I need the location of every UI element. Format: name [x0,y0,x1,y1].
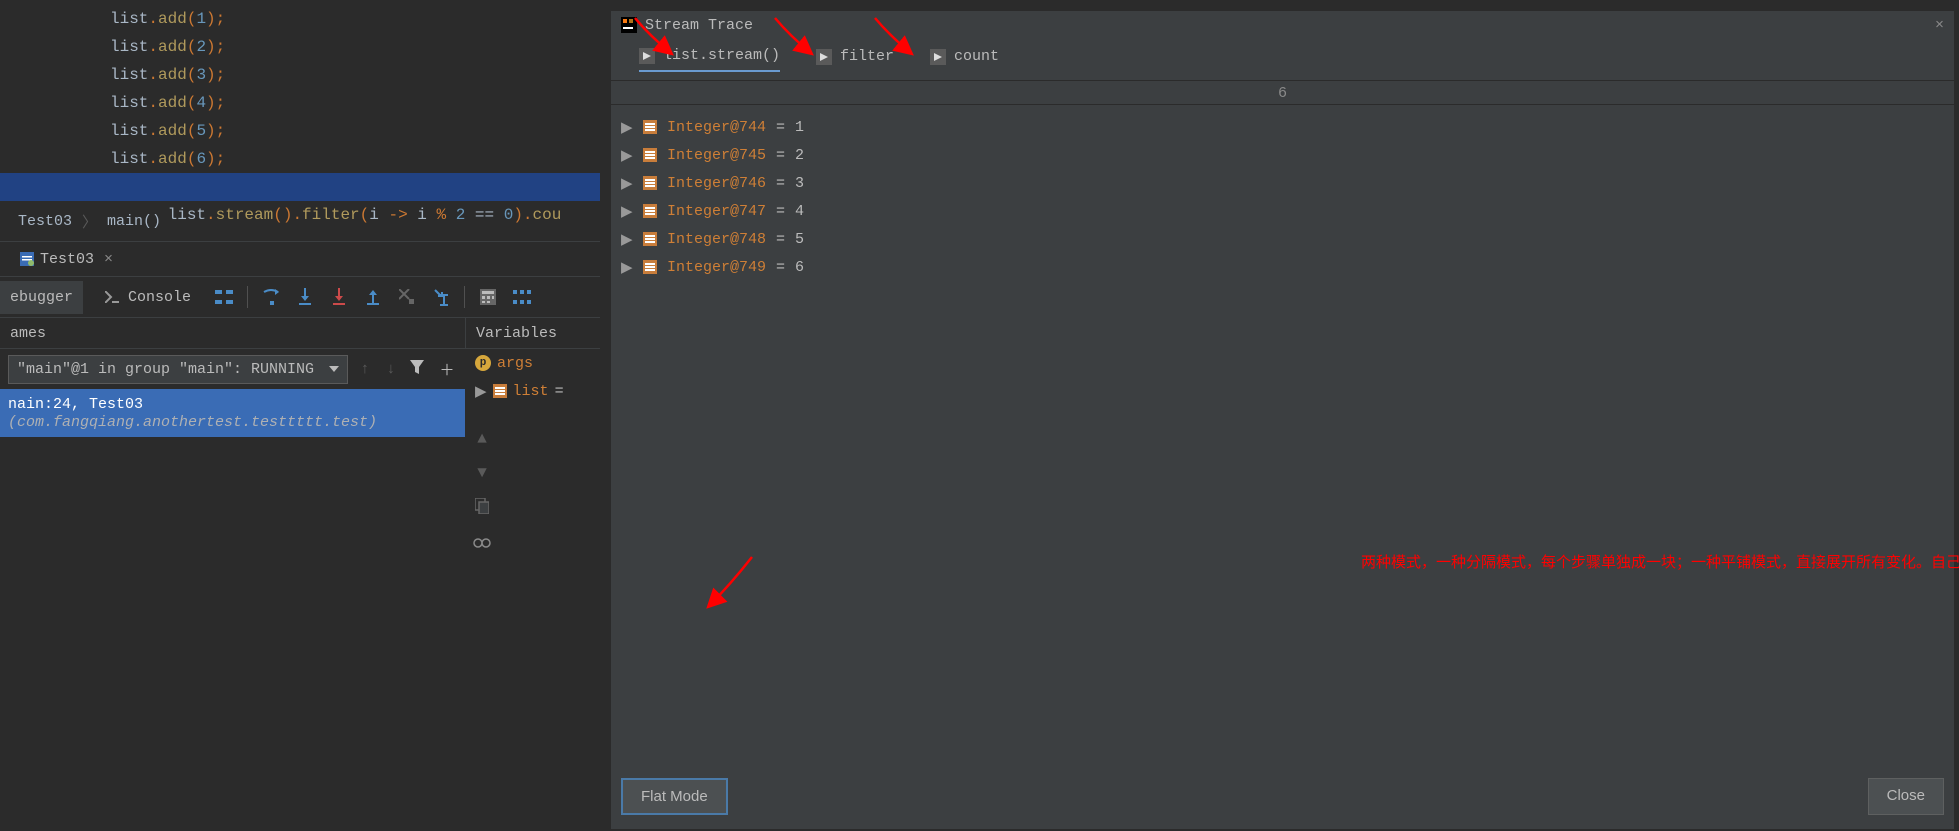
trace-tab-stream[interactable]: list.stream() [639,47,780,72]
prev-frame-icon[interactable]: ↑ [356,361,374,378]
layout-icon[interactable] [213,286,235,308]
code-editor[interactable]: list.add(1); list.add(2); list.add(3); l… [0,0,600,201]
down-icon[interactable]: ▼ [477,464,487,482]
stack-frame[interactable]: nain:24, Test03 (com.fangqiang.anotherte… [0,389,465,437]
expand-icon[interactable]: ▶ [475,382,487,401]
run-to-cursor-icon[interactable] [430,286,452,308]
flat-mode-button[interactable]: Flat Mode [621,778,728,815]
chevron-down-icon [329,366,339,372]
code-line: list.add(2); [0,33,600,61]
param-icon: p [475,355,491,371]
expand-icon[interactable]: ▶ [621,230,633,249]
next-frame-icon[interactable]: ↓ [382,361,400,378]
tab-console[interactable]: Console [95,281,201,314]
code-line: list.add(6); [0,145,600,173]
add-watch-icon[interactable]: ＋ [437,359,457,380]
filter-icon[interactable] [408,360,426,379]
evaluate-icon[interactable] [477,286,499,308]
variable-row[interactable]: p args [465,349,600,377]
expand-icon[interactable]: ▶ [621,174,633,193]
annotation-text: 两种模式，一种分隔模式，每个步骤单独成一块；一种平铺模式，直接展开所有变化。自己… [1361,551,1959,572]
copy-icon[interactable] [475,498,489,519]
stream-trace-dialog: Stream Trace × list.stream() filter coun… [610,10,1955,830]
up-icon[interactable]: ▲ [477,430,487,448]
code-line: list.add(3); [0,61,600,89]
thread-dropdown[interactable]: "main"@1 in group "main": RUNNING [8,355,348,384]
expand-icon[interactable]: ▶ [621,258,633,277]
expand-icon[interactable]: ▶ [621,202,633,221]
code-line: list.add(4); [0,89,600,117]
close-icon[interactable]: × [1935,17,1944,34]
play-icon [816,49,832,65]
object-icon [643,176,657,190]
object-icon [643,148,657,162]
trace-stream-icon[interactable] [511,286,533,308]
trace-tab-filter[interactable]: filter [816,48,894,71]
code-line: list.add(1); [0,5,600,33]
tab-debugger[interactable]: ebugger [0,281,83,314]
play-icon [930,49,946,65]
object-icon [643,260,657,274]
close-icon[interactable]: × [104,251,113,268]
frames-header: ames [0,318,465,348]
breadcrumb-item[interactable]: Test03 [18,213,72,230]
watch-icon[interactable] [473,535,491,553]
trace-tab-count[interactable]: count [930,48,999,71]
app-icon [621,17,637,33]
object-icon [493,384,507,398]
thread-picker: "main"@1 in group "main": RUNNING ↑ ↓ ＋ [0,349,465,389]
code-line-selected: list.stream().filter(i -> i % 2 == 0).co… [0,173,600,201]
breadcrumb-sep: 〉 [82,211,97,232]
variable-row[interactable]: ▶ list = [465,377,600,405]
trace-item[interactable]: ▶Integer@749=6 [621,253,1944,281]
force-step-into-icon[interactable] [328,286,350,308]
variables-header: Variables [465,318,600,348]
expand-icon[interactable]: ▶ [621,118,633,137]
expand-icon[interactable]: ▶ [621,146,633,165]
debug-run-tab[interactable]: Test03 × [10,245,123,274]
trace-list: ▶Integer@744=1 ▶Integer@745=2 ▶Integer@7… [611,105,1954,289]
dialog-title: Stream Trace [645,17,753,34]
trace-item[interactable]: ▶Integer@744=1 [621,113,1944,141]
code-line: list.add(5); [0,117,600,145]
console-icon [105,291,119,303]
breadcrumb-item[interactable]: main() [107,213,161,230]
stream-count: 6 [611,81,1954,105]
object-icon [643,232,657,246]
debug-run-tabs: Test03 × [0,241,600,277]
drop-frame-icon[interactable] [396,286,418,308]
step-over-icon[interactable] [260,286,282,308]
trace-item[interactable]: ▶Integer@747=4 [621,197,1944,225]
trace-item[interactable]: ▶Integer@746=3 [621,169,1944,197]
play-icon [639,48,655,64]
trace-item[interactable]: ▶Integer@745=2 [621,141,1944,169]
trace-item[interactable]: ▶Integer@748=5 [621,225,1944,253]
class-file-icon [20,252,34,266]
step-into-icon[interactable] [294,286,316,308]
object-icon [643,204,657,218]
object-icon [643,120,657,134]
debugger-toolbar: ebugger Console [0,277,600,317]
trace-tabs: list.stream() filter count [611,39,1954,81]
close-button[interactable]: Close [1868,778,1944,815]
frames-gutter: ▲ ▼ [467,430,497,553]
step-out-icon[interactable] [362,286,384,308]
